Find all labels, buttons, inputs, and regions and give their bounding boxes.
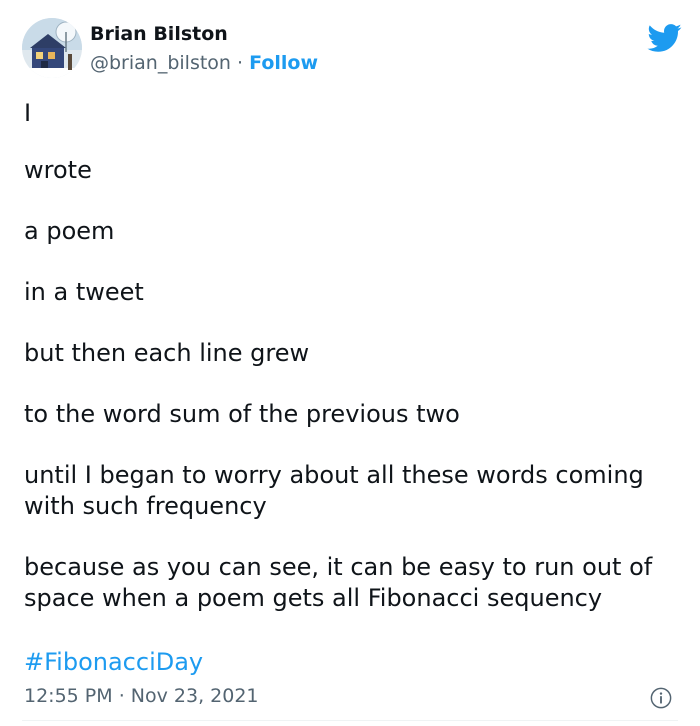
tweet-header: Brian Bilston @brian_bilston · Follow: [22, 18, 682, 78]
poem-line: in a tweet: [24, 278, 144, 306]
author-name[interactable]: Brian Bilston: [90, 23, 228, 45]
twitter-bird-icon[interactable]: [646, 20, 682, 56]
poem-line: until I began to worry about all these w…: [24, 461, 644, 520]
poem-line: a poem: [24, 217, 115, 245]
poem-line: to the word sum of the previous two: [24, 400, 460, 428]
poem-line: I: [24, 99, 32, 127]
tweet-date: Nov 23, 2021: [130, 685, 259, 707]
tweet-timestamp[interactable]: 12:55 PM · Nov 23, 2021: [24, 685, 259, 707]
follow-button[interactable]: Follow: [249, 52, 318, 74]
hashtag-link[interactable]: #FibonacciDay: [24, 647, 203, 678]
author-handle[interactable]: @brian_bilston: [90, 52, 231, 74]
poem-line: but then each line grew: [24, 339, 310, 367]
info-icon[interactable]: [650, 687, 672, 709]
author-handle-line: @brian_bilston · Follow: [90, 52, 318, 74]
tweet-card: Brian Bilston @brian_bilston · Follow I …: [0, 0, 700, 726]
avatar[interactable]: [22, 18, 82, 78]
poem-line: because as you can see, it can be easy t…: [24, 553, 653, 612]
poem-line: wrote: [24, 156, 92, 184]
tweet-time: 12:55 PM: [24, 685, 113, 707]
handle-separator: ·: [230, 52, 250, 74]
avatar-image: [22, 18, 82, 78]
divider: [22, 720, 678, 721]
timestamp-separator: ·: [112, 685, 131, 707]
